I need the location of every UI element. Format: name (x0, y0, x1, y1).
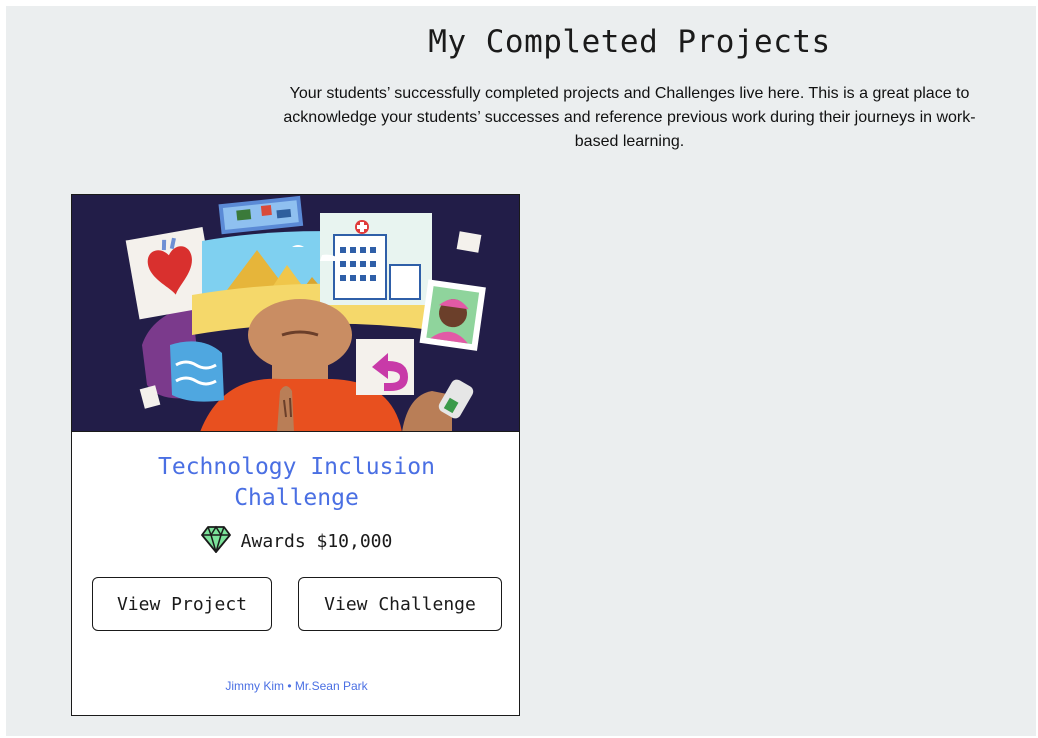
credits: Jimmy Kim • Mr.Sean Park (72, 679, 519, 693)
page-title: My Completed Projects (428, 24, 831, 60)
credits-separator: • (284, 679, 295, 693)
diamond-icon (200, 525, 231, 558)
view-challenge-button[interactable]: View Challenge (298, 577, 502, 631)
project-card: Technology Inclusion Challenge Awards $1… (71, 194, 520, 716)
project-title: Technology Inclusion Challenge (158, 454, 435, 511)
view-project-button[interactable]: View Project (92, 577, 272, 631)
project-illustration (72, 195, 519, 432)
award-amount: Awards $10,000 (240, 531, 393, 552)
student-link[interactable]: Jimmy Kim (225, 679, 284, 693)
award-row: Awards $10,000 (72, 525, 519, 558)
teacher-link[interactable]: Mr.Sean Park (295, 679, 368, 693)
page-description: Your students’ successfully completed pr… (283, 85, 976, 150)
